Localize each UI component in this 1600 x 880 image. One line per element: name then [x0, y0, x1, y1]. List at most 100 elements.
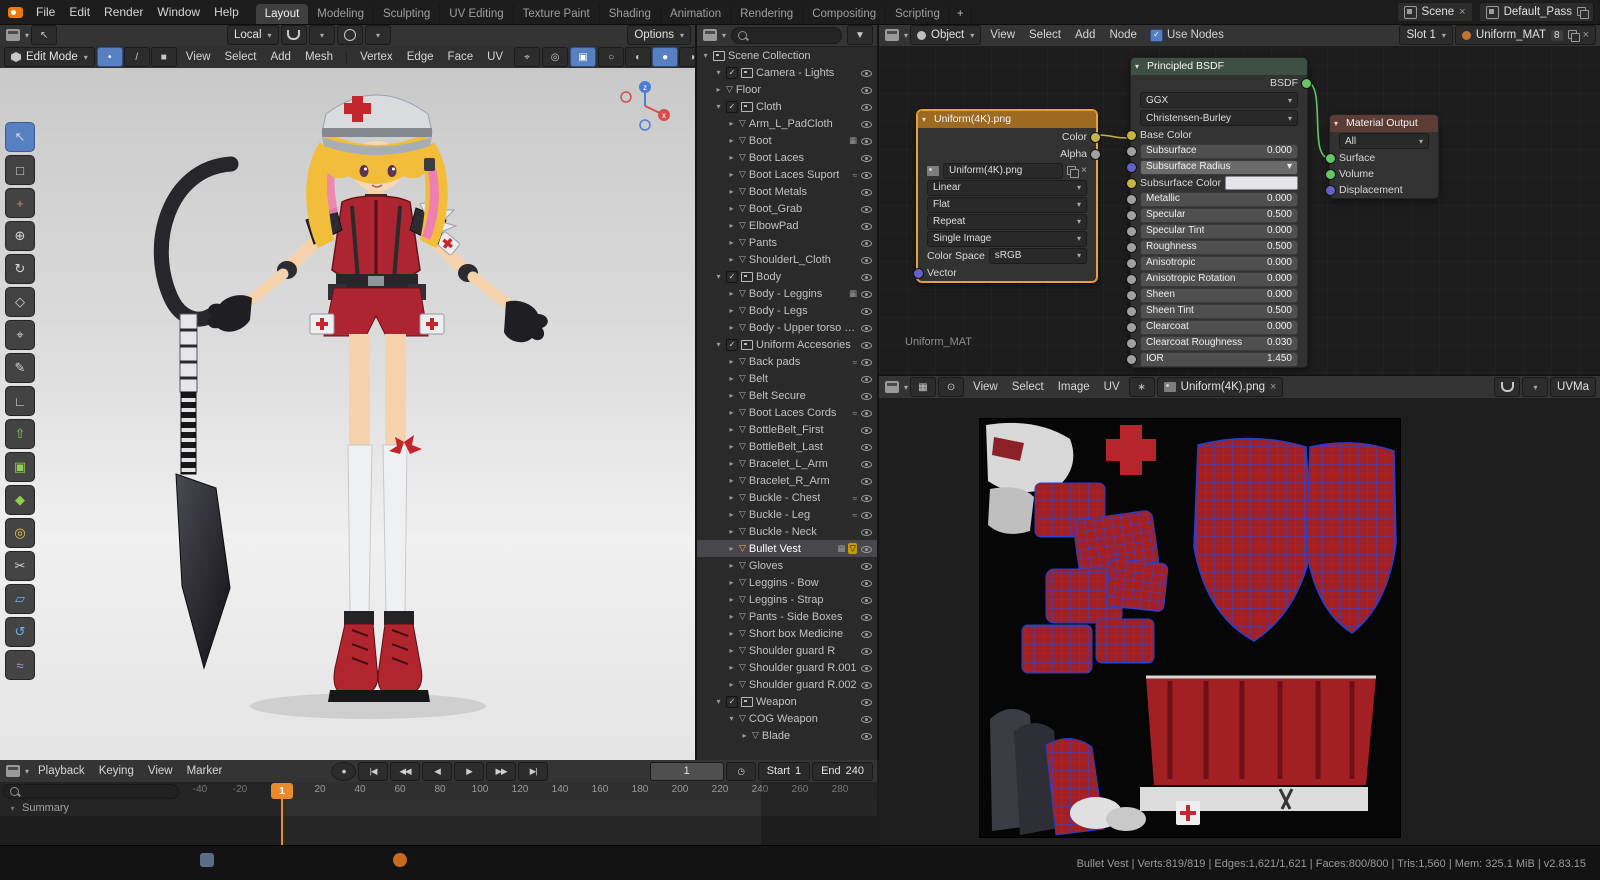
outliner-row-shoulder-guard-r[interactable]: ▸ ▽ Shoulder guard R [697, 642, 877, 659]
distribution-dropdown[interactable]: GGX ▾ [1131, 91, 1307, 109]
shader-menu-node[interactable]: Node [1102, 24, 1144, 46]
overlays-toggle[interactable]: ◎ [542, 47, 569, 67]
shader-type-dropdown[interactable]: Object ▾ [910, 25, 982, 45]
hide-in-viewport-eye-icon[interactable] [860, 169, 873, 181]
expand-arrow-icon[interactable]: ▸ [727, 255, 736, 264]
workspace-tab-shading[interactable]: Shading [600, 4, 661, 24]
outliner-row-floor[interactable]: ▸ ▽ Floor [697, 81, 877, 98]
expand-arrow-icon[interactable]: ▾ [714, 272, 723, 281]
expand-arrow-icon[interactable]: ▾ [714, 68, 723, 77]
expand-arrow-icon[interactable]: ▸ [727, 391, 736, 400]
hide-in-viewport-eye-icon[interactable] [860, 390, 873, 402]
viewport-menu-select[interactable]: Select [218, 46, 264, 68]
hide-in-viewport-eye-icon[interactable] [860, 101, 873, 113]
playhead-badge[interactable]: 1 [271, 783, 293, 799]
input-vector[interactable]: Vector [913, 264, 1096, 281]
timeline-menu-marker[interactable]: Marker [180, 760, 230, 782]
bsdf-prop-clearcoat[interactable]: Clearcoat 0.000 [1126, 319, 1307, 335]
end-frame-field[interactable]: End 240 [812, 761, 873, 781]
bsdf-prop-roughness[interactable]: Roughness 0.500 [1126, 239, 1307, 255]
bsdf-prop-base-color[interactable]: Base Color [1126, 127, 1307, 143]
hide-in-viewport-eye-icon[interactable] [860, 662, 873, 674]
socket-alpha[interactable] [1090, 148, 1101, 160]
expand-arrow-icon[interactable]: ▸ [727, 323, 736, 332]
face-select-button[interactable]: ■ [150, 47, 177, 67]
options-dropdown[interactable]: Options ▾ [627, 25, 691, 45]
expand-arrow-icon[interactable]: ▸ [727, 204, 736, 213]
menu-help[interactable]: Help [207, 0, 246, 24]
vertex-select-button[interactable]: • [96, 47, 123, 67]
character-model[interactable] [0, 68, 695, 760]
hide-in-viewport-eye-icon[interactable] [860, 645, 873, 657]
socket-num[interactable] [1126, 226, 1137, 237]
bsdf-prop-specular[interactable]: Specular 0.500 [1126, 207, 1307, 223]
tool-select-box[interactable]: □ [5, 155, 35, 185]
outliner-search[interactable] [731, 26, 842, 44]
workspace-tab-uv-editing[interactable]: UV Editing [440, 4, 514, 24]
outliner-row-leggins-strap[interactable]: ▸ ▽ Leggins - Strap [697, 591, 877, 608]
next-keyframe-button[interactable]: ▶▶ [486, 761, 517, 781]
expand-arrow-icon[interactable]: ▸ [714, 85, 723, 94]
tool-bevel[interactable]: ◆ [5, 485, 35, 515]
use-preview-range-toggle[interactable]: ◷ [725, 761, 756, 781]
hide-in-viewport-eye-icon[interactable] [860, 135, 873, 147]
hide-in-viewport-eye-icon[interactable] [860, 322, 873, 334]
collection-checkbox[interactable]: ✓ [726, 695, 738, 708]
bsdf-prop-metallic[interactable]: Metallic 0.000 [1126, 191, 1307, 207]
hide-in-viewport-eye-icon[interactable] [860, 424, 873, 436]
expand-arrow-icon[interactable]: ▾ [727, 714, 736, 723]
editor-type-icon[interactable] [885, 381, 899, 393]
expand-arrow-icon[interactable]: ▸ [727, 646, 736, 655]
hide-in-viewport-eye-icon[interactable] [860, 305, 873, 317]
hide-in-viewport-eye-icon[interactable] [860, 152, 873, 164]
material-name-field[interactable]: Uniform_MAT 8 × [1454, 25, 1596, 45]
outliner-row-bottlebelt-last[interactable]: ▸ ▽ BottleBelt_Last [697, 438, 877, 455]
tool-transform[interactable]: ⌖ [5, 320, 35, 350]
workspace-tab-modeling[interactable]: Modeling [308, 4, 374, 24]
hide-in-viewport-eye-icon[interactable] [860, 730, 873, 742]
source-dropdown[interactable]: Single Image ▾ [918, 230, 1096, 247]
outliner-row-scene-collection[interactable]: ▾ Scene Collection [697, 47, 877, 64]
socket-volume[interactable] [1325, 169, 1336, 180]
active-tool-icon[interactable]: ↖ [31, 25, 58, 45]
workspace-tab-compositing[interactable]: Compositing [803, 4, 887, 24]
outliner-row-cloth[interactable]: ▾ ✓ Cloth [697, 98, 877, 115]
jump-to-start-button[interactable]: |◀ [358, 761, 389, 781]
expand-arrow-icon[interactable]: ▸ [727, 153, 736, 162]
scene-selector[interactable]: Scene × [1396, 2, 1473, 22]
outliner-row-blade[interactable]: ▸ ▽ Blade [697, 727, 877, 744]
view-layer-selector[interactable]: Default_Pass [1478, 2, 1594, 22]
bsdf-prop-subsurface[interactable]: Subsurface 0.000 [1126, 143, 1307, 159]
expand-arrow-icon[interactable]: ▸ [727, 238, 736, 247]
hide-in-viewport-eye-icon[interactable] [860, 288, 873, 300]
output-input-surface[interactable]: Surface [1325, 150, 1438, 166]
socket-vector[interactable] [913, 267, 924, 279]
expand-arrow-icon[interactable]: ▾ [701, 51, 710, 60]
tool-scale[interactable]: ◇ [5, 287, 35, 317]
expand-arrow-icon[interactable]: ▸ [727, 136, 736, 145]
expand-arrow-icon[interactable]: ▸ [727, 595, 736, 604]
outliner-row-buckle-leg[interactable]: ▸ ▽ Buckle - Leg ≈ [697, 506, 877, 523]
subsurface-method-dropdown[interactable]: Christensen-Burley ▾ [1131, 109, 1307, 127]
expand-arrow-icon[interactable]: ▾ [714, 697, 723, 706]
uvmap-selector[interactable]: UVMa [1550, 377, 1596, 397]
tool-smooth[interactable]: ≈ [5, 650, 35, 680]
socket-num[interactable] [1126, 194, 1137, 205]
uv-menu-image[interactable]: Image [1051, 376, 1097, 398]
hide-in-viewport-eye-icon[interactable] [860, 492, 873, 504]
outliner-row-boot-grab[interactable]: ▸ ▽ Boot_Grab [697, 200, 877, 217]
outliner-row-bracelet-r-arm[interactable]: ▸ ▽ Bracelet_R_Arm [697, 472, 877, 489]
filter-icon[interactable]: ▼ [847, 25, 873, 45]
tool-spin[interactable]: ↺ [5, 617, 35, 647]
expand-arrow-icon[interactable]: ▸ [727, 306, 736, 315]
socket-vec[interactable] [1126, 162, 1137, 173]
output-input-displacement[interactable]: Displacement [1325, 182, 1438, 198]
uv-layout-image[interactable] [980, 419, 1400, 837]
viewport-canvas[interactable]: z x ↖ □ + ⊕ ↻ ◇ ⌖ ✎ ∟ ⇧ ▣ ◆ ◎ ✂ ▱ ↺ ≈ [0, 68, 695, 760]
expand-arrow-icon[interactable]: ▸ [727, 663, 736, 672]
output-node-header[interactable]: ▾ Material Output [1330, 115, 1438, 132]
tool-knife[interactable]: ✂ [5, 551, 35, 581]
hide-in-viewport-eye-icon[interactable] [860, 84, 873, 96]
color-space-row[interactable]: Color Space sRGB ▾ [918, 247, 1096, 264]
blender-logo-icon[interactable] [8, 6, 23, 18]
